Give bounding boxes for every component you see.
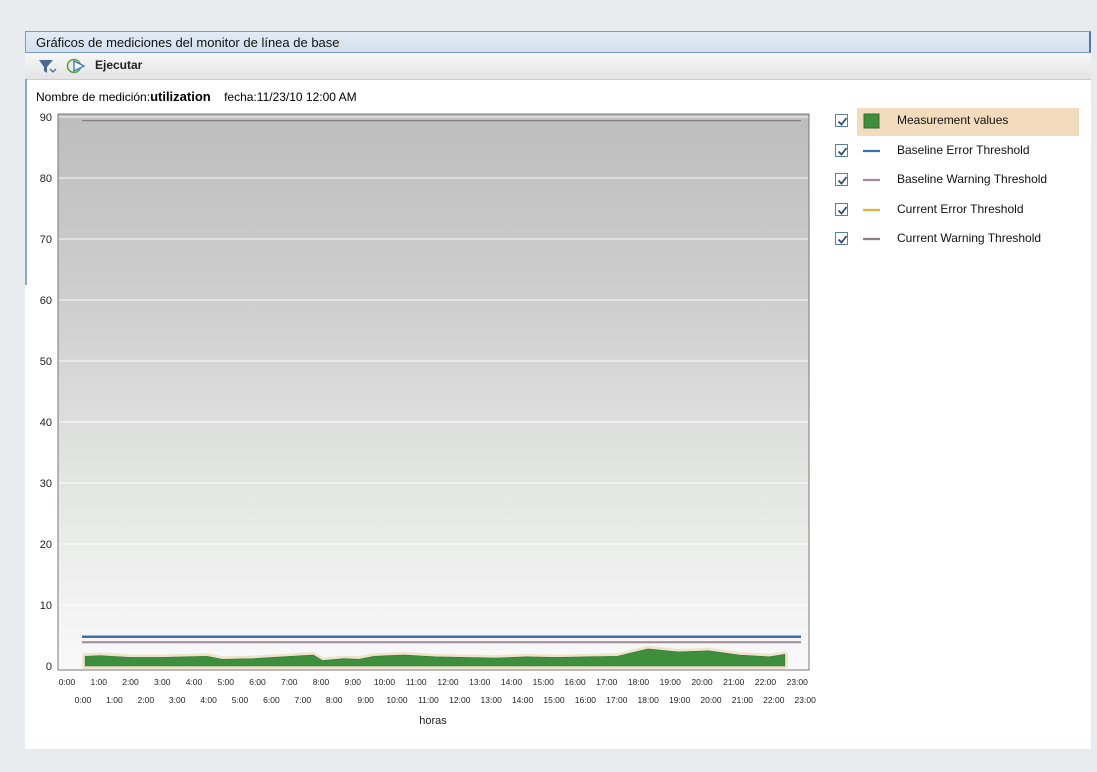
x-axis-label: horas bbox=[419, 715, 447, 727]
x-tick-label: 1:00 bbox=[90, 677, 107, 687]
legend-swatch-line bbox=[863, 208, 880, 211]
legend-item-label: Current Error Threshold bbox=[897, 201, 1024, 216]
y-tick-label: 90 bbox=[40, 112, 52, 124]
x-tick-label: 12:00 bbox=[437, 677, 459, 687]
checkmark-icon bbox=[837, 146, 848, 156]
x-tick-label: 22:00 bbox=[755, 677, 777, 687]
legend-item[interactable]: Current Error Threshold bbox=[835, 199, 1065, 223]
x-tick-label: 6:00 bbox=[263, 695, 280, 705]
legend-item[interactable]: Measurement values bbox=[835, 108, 1079, 136]
x-tick-label: 19:00 bbox=[660, 677, 682, 687]
y-tick-label: 10 bbox=[40, 600, 52, 612]
x-tick-label: 2:00 bbox=[138, 695, 155, 705]
x-tick-label: 20:00 bbox=[700, 695, 722, 705]
x-tick-label: 8:00 bbox=[313, 677, 330, 687]
x-tick-label: 18:00 bbox=[628, 677, 650, 687]
x-tick-label: 7:00 bbox=[281, 677, 298, 687]
legend-swatch-box bbox=[863, 113, 880, 129]
x-tick-label: 3:00 bbox=[154, 677, 171, 687]
x-tick-label: 9:00 bbox=[357, 695, 374, 705]
y-tick-label: 40 bbox=[40, 417, 52, 429]
x-tick-label: 14:00 bbox=[512, 695, 534, 705]
legend-swatch-line bbox=[863, 237, 880, 241]
x-tick-label: 14:00 bbox=[501, 677, 523, 687]
x-tick-label: 12:00 bbox=[449, 695, 471, 705]
x-tick-label: 10:00 bbox=[374, 677, 396, 687]
legend-item[interactable]: Current Warning Threshold bbox=[835, 228, 1065, 252]
legend-item-label: Baseline Warning Threshold bbox=[897, 172, 1048, 186]
x-tick-label: 20:00 bbox=[691, 677, 713, 687]
legend-checkbox[interactable] bbox=[835, 232, 848, 245]
legend-swatch-line bbox=[863, 149, 880, 152]
legend-item[interactable]: Baseline Warning Threshold bbox=[835, 169, 1065, 193]
x-tick-label: 4:00 bbox=[200, 695, 217, 705]
x-tick-label: 8:00 bbox=[326, 695, 343, 705]
legend-checkbox[interactable] bbox=[835, 202, 848, 216]
y-tick-label: 20 bbox=[40, 539, 52, 551]
x-tick-label: 23:00 bbox=[787, 677, 809, 687]
y-axis: 0 10 20 30 40 50 60 70 80 90 bbox=[40, 112, 52, 673]
legend-checkbox[interactable] bbox=[835, 173, 848, 186]
x-tick-label: 21:00 bbox=[723, 677, 745, 687]
legend-item-label: Baseline Error Threshold bbox=[897, 142, 1030, 157]
x-tick-label: 22:00 bbox=[763, 695, 785, 705]
x-tick-label: 13:00 bbox=[469, 677, 491, 687]
checkmark-icon bbox=[837, 205, 848, 215]
x-tick-label: 18:00 bbox=[638, 695, 660, 705]
checkmark-icon bbox=[837, 235, 848, 244]
x-tick-label: 5:00 bbox=[232, 695, 249, 705]
x-tick-label: 16:00 bbox=[575, 695, 597, 705]
legend-item[interactable]: Baseline Error Threshold bbox=[835, 140, 1065, 164]
x-tick-label: 4:00 bbox=[186, 677, 203, 687]
x-tick-label: 17:00 bbox=[606, 695, 628, 705]
y-tick-label: 50 bbox=[40, 356, 52, 368]
x-tick-label: 15:00 bbox=[543, 695, 565, 705]
x-tick-label: 15:00 bbox=[533, 677, 555, 687]
x-tick-label: 21:00 bbox=[732, 695, 754, 705]
x-tick-label: 0:00 bbox=[59, 677, 76, 687]
checkmark-icon bbox=[837, 176, 848, 185]
plot-area bbox=[57, 113, 810, 671]
legend-item-label: Measurement values bbox=[897, 113, 1009, 127]
x-tick-label: 11:00 bbox=[418, 695, 439, 705]
x-axis: 0:00 1:00 2:00 3:00 4:00 5:00 6:00 7:00 8:00 9:00… bbox=[59, 677, 816, 705]
x-tick-label: 10:00 bbox=[386, 695, 408, 705]
x-tick-label: 6:00 bbox=[249, 677, 266, 687]
x-tick-label: 2:00 bbox=[122, 677, 139, 687]
x-tick-label: 16:00 bbox=[564, 677, 586, 687]
y-tick-label: 0 bbox=[46, 661, 52, 673]
y-tick-label: 30 bbox=[40, 478, 52, 490]
x-tick-label: 7:00 bbox=[295, 695, 312, 705]
y-tick-label: 80 bbox=[40, 173, 52, 185]
y-tick-label: 70 bbox=[40, 234, 52, 246]
x-tick-label: 19:00 bbox=[669, 695, 691, 705]
y-tick-label: 60 bbox=[40, 295, 52, 307]
x-tick-label: 11:00 bbox=[406, 677, 427, 687]
x-tick-label: 17:00 bbox=[596, 677, 618, 687]
legend-checkbox[interactable] bbox=[835, 143, 848, 157]
legend-item-label: Current Warning Threshold bbox=[897, 231, 1042, 245]
x-tick-label: 0:00 bbox=[75, 695, 92, 705]
x-tick-label: 23:00 bbox=[795, 695, 817, 705]
legend-checkbox[interactable] bbox=[835, 114, 848, 127]
x-tick-label: 13:00 bbox=[481, 695, 503, 705]
legend-swatch-fill bbox=[863, 113, 880, 129]
x-tick-label: 1:00 bbox=[106, 695, 123, 705]
x-tick-label: 3:00 bbox=[169, 695, 186, 705]
checkmark-icon bbox=[837, 117, 848, 126]
legend-swatch-line bbox=[863, 178, 880, 182]
x-tick-label: 5:00 bbox=[217, 677, 234, 687]
x-tick-label: 9:00 bbox=[344, 677, 361, 687]
